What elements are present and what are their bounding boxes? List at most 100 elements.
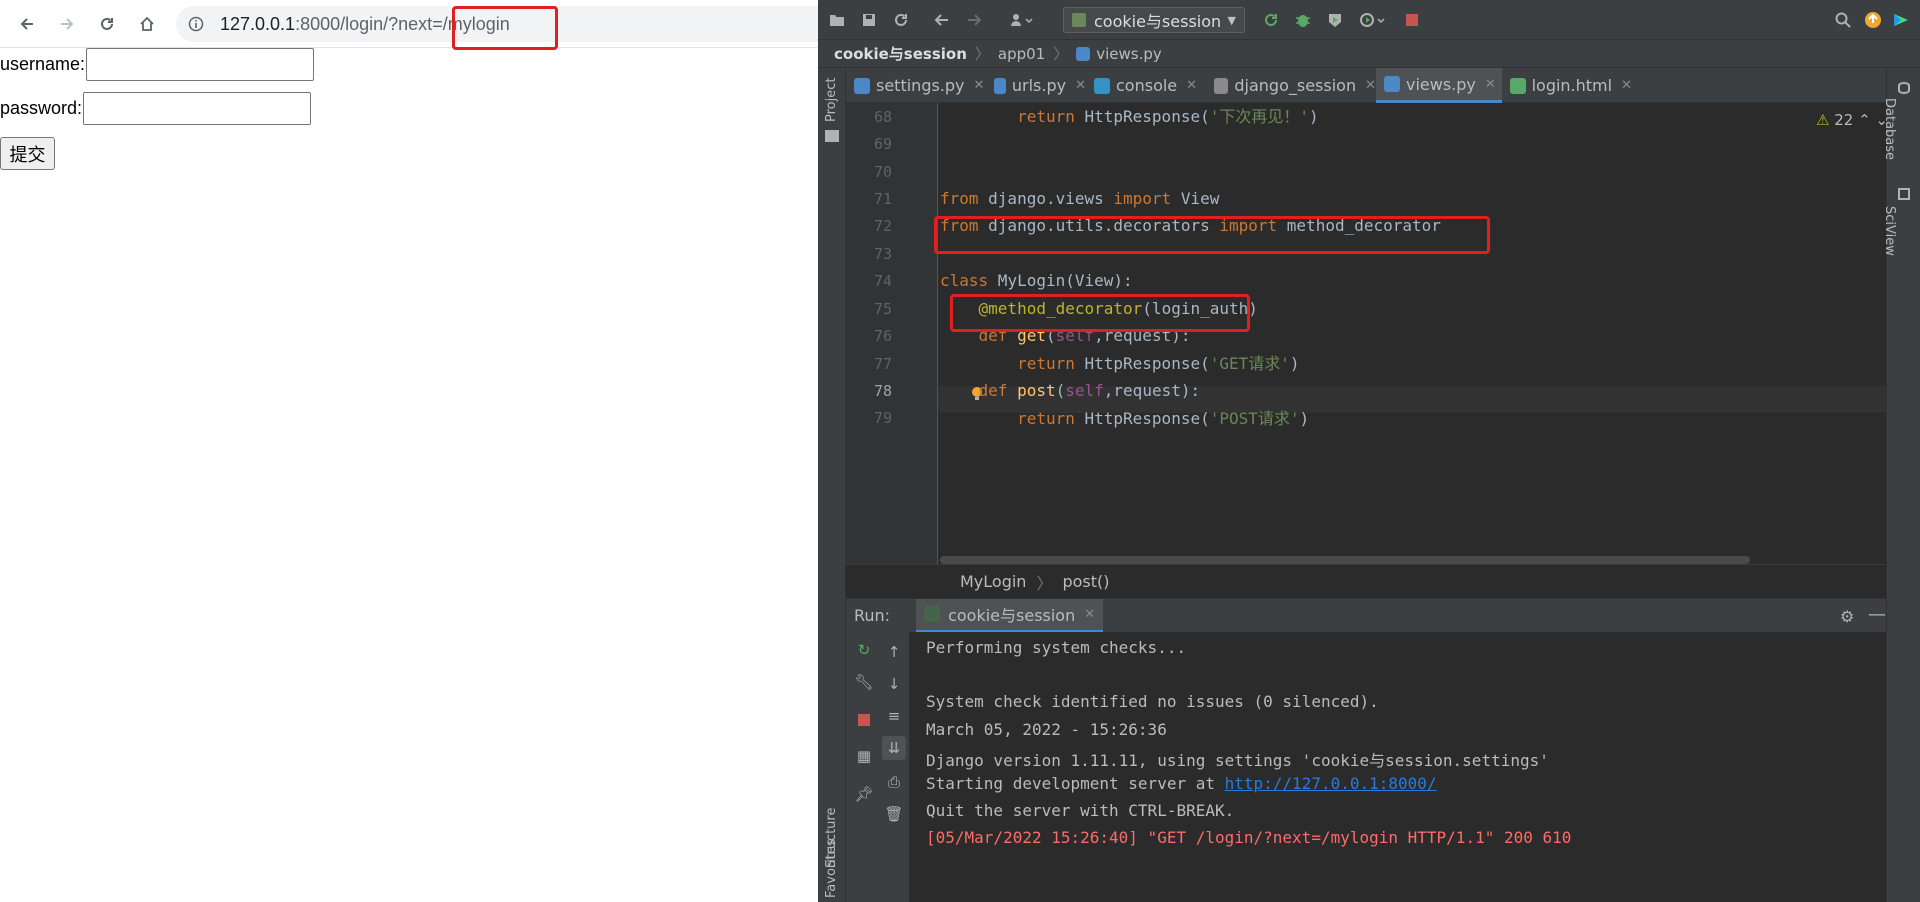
scroll-down-icon[interactable]: ↓ [884, 674, 904, 694]
close-icon[interactable]: ✕ [1186, 78, 1197, 93]
trash-icon[interactable]: 🗑︎ [884, 804, 904, 824]
code-line-68: return HttpResponse('下次再见！') [940, 103, 1319, 130]
console-text: Starting development server at [926, 774, 1225, 793]
tab-console[interactable]: console ✕ [1086, 68, 1206, 103]
code-token: return [1017, 107, 1075, 126]
tab-views-py[interactable]: views.py ✕ [1376, 68, 1502, 103]
username-row: username: [0, 48, 315, 81]
console-icon [1094, 77, 1110, 94]
code-line-78: def post(self,request): [940, 377, 1201, 404]
username-input[interactable] [86, 48, 315, 81]
reload-icon[interactable] [92, 9, 122, 39]
plugin-icon[interactable] [1892, 11, 1910, 29]
run-console[interactable]: Performing system checks... System check… [910, 632, 1886, 902]
wrench-icon[interactable]: 🔧︎ [854, 672, 874, 692]
close-icon[interactable]: ✕ [1365, 78, 1376, 93]
editor-tabs: settings.py ✕ urls.py ✕ console ✕ django… [846, 68, 1886, 103]
forward-arrow-icon[interactable] [52, 9, 82, 39]
tab-label: console [1116, 76, 1178, 95]
password-input[interactable] [83, 92, 312, 125]
rerun-icon[interactable]: ↻ [854, 640, 874, 660]
project-panel-tab[interactable]: Project [824, 78, 839, 122]
warning-icon: ⚠ [1816, 111, 1830, 129]
rerun-icon[interactable] [1262, 11, 1280, 29]
close-icon[interactable]: ✕ [1075, 78, 1086, 93]
user-icon[interactable] [1008, 11, 1038, 29]
tab-label: settings.py [876, 76, 965, 95]
folder-icon[interactable] [828, 11, 846, 29]
close-icon[interactable]: ✕ [1621, 78, 1632, 93]
horizontal-scrollbar[interactable] [940, 556, 1750, 564]
tab-urls-py[interactable]: urls.py ✕ [986, 68, 1086, 103]
code-editor[interactable]: 68 69 70 71 72 73 74 75 76 77 78 79 retu… [846, 103, 1886, 564]
breadcrumb-separator: 〉 [974, 45, 990, 63]
breadcrumb-project[interactable]: cookie与session [834, 43, 967, 64]
line-number: 72 [873, 217, 892, 235]
server-link[interactable]: http://127.0.0.1:8000/ [1225, 774, 1437, 793]
code-token: ) [1289, 354, 1300, 373]
coverage-icon[interactable] [1326, 11, 1344, 29]
code-token: MyLogin(View): [988, 271, 1133, 290]
sync-icon[interactable] [892, 11, 910, 29]
console-line: Django version 1.11.11, using settings '… [926, 751, 1549, 770]
code-self: self [1065, 381, 1104, 400]
line-number: 77 [873, 355, 892, 373]
code-token: HttpResponse( [1074, 354, 1210, 373]
back-arrow-icon[interactable] [933, 11, 951, 29]
line-number: 75 [873, 300, 892, 318]
console-line: Performing system checks... [926, 638, 1187, 657]
layout-icon[interactable]: ▦ [854, 746, 874, 766]
debug-icon[interactable] [1294, 11, 1312, 29]
line-number: 68 [873, 108, 892, 126]
pin-icon[interactable]: 📌︎ [854, 784, 874, 804]
favorites-panel-tab[interactable]: Favorites [824, 839, 839, 898]
code-token: import [1113, 189, 1172, 208]
home-icon[interactable] [132, 9, 162, 39]
save-icon[interactable] [860, 11, 878, 29]
run-configuration-select[interactable]: cookie与session ▼ [1063, 7, 1245, 33]
breadcrumb-file[interactable]: views.py [1096, 45, 1162, 63]
close-icon[interactable]: ✕ [1485, 77, 1496, 92]
update-icon[interactable] [1864, 11, 1882, 29]
back-arrow-icon[interactable] [12, 9, 42, 39]
code-breadcrumb: MyLogin 〉 post() [846, 564, 1886, 598]
warnings-indicator[interactable]: ⚠ 22 ⌃ ⌄ [1816, 111, 1886, 129]
stop-icon[interactable] [1403, 11, 1421, 29]
sciview-icon [1898, 188, 1910, 200]
scroll-to-end-icon[interactable]: ⇊ [882, 736, 906, 760]
search-icon[interactable] [1834, 11, 1852, 29]
print-icon[interactable]: ⎙ [884, 772, 904, 792]
profile-icon[interactable] [1358, 11, 1388, 29]
tab-label: login.html [1531, 76, 1613, 95]
tab-login-html[interactable]: login.html ✕ [1502, 68, 1632, 103]
breadcrumb-folder[interactable]: app01 [998, 45, 1045, 63]
close-icon[interactable]: ✕ [1084, 607, 1095, 622]
line-number-current: 78 [873, 382, 892, 400]
scroll-up-icon[interactable]: ↑ [884, 642, 904, 662]
code-function: post [1007, 381, 1056, 400]
forward-arrow-icon[interactable] [965, 11, 983, 29]
stop-icon[interactable] [854, 710, 874, 730]
tab-django-session[interactable]: django_session ✕ [1206, 68, 1376, 103]
info-icon[interactable] [188, 16, 204, 32]
close-icon[interactable]: ✕ [974, 78, 985, 93]
line-number: 71 [873, 190, 892, 208]
code-string: 'POST请求' [1209, 409, 1300, 428]
soft-wrap-icon[interactable]: ≡ [884, 706, 904, 726]
minimize-icon[interactable]: — [1868, 604, 1886, 625]
submit-button[interactable]: 提交 [0, 137, 55, 170]
breadcrumb: cookie与session 〉 app01 〉 views.py [818, 40, 1920, 68]
tab-settings-py[interactable]: settings.py ✕ [846, 68, 986, 103]
tab-label: views.py [1406, 74, 1476, 94]
code-string: 'GET请求' [1209, 354, 1290, 373]
breadcrumb-method[interactable]: post() [1062, 572, 1109, 591]
username-label: username: [0, 54, 86, 74]
code-token: ) [1299, 409, 1310, 428]
settings-gear-icon[interactable]: ⚙ [1840, 607, 1854, 626]
python-file-icon [1076, 46, 1091, 61]
ide-window: cookie与session ▼ cookie与session 〉 app01 … [818, 0, 1920, 902]
database-icon [1898, 82, 1910, 94]
breadcrumb-class[interactable]: MyLogin [960, 572, 1026, 591]
code-token: class [940, 271, 989, 290]
run-tab[interactable]: cookie与session ✕ [916, 598, 1104, 633]
